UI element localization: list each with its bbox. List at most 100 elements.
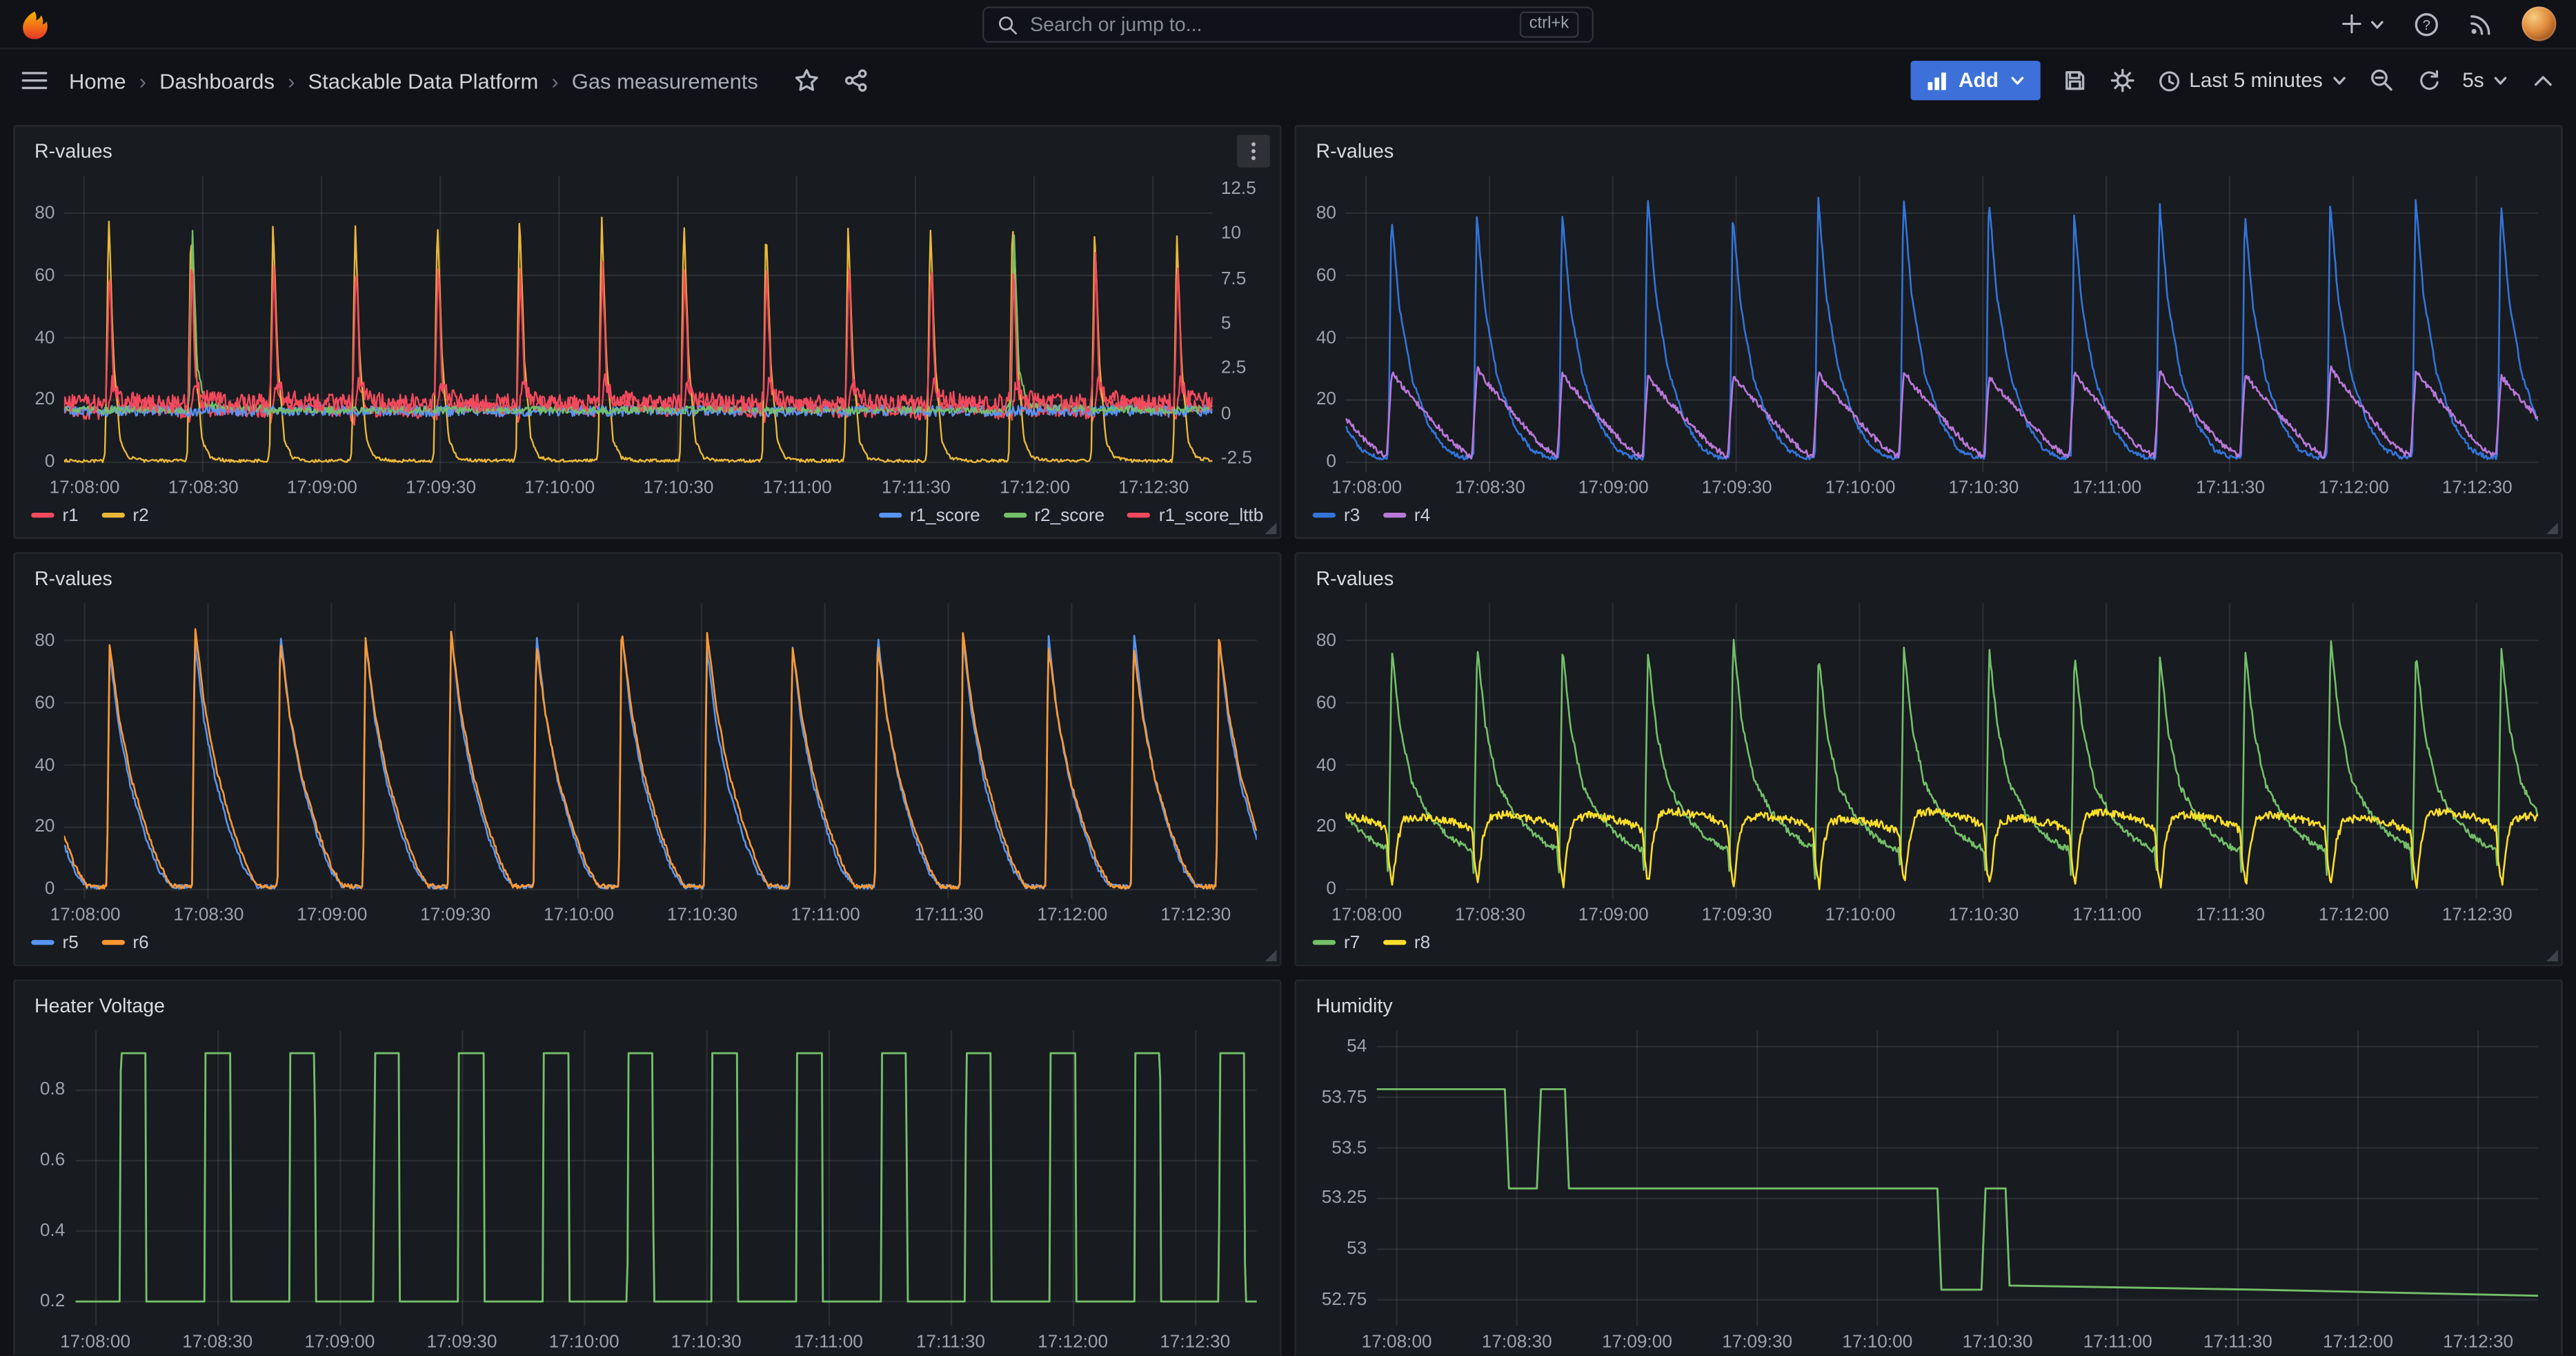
legend-swatch bbox=[101, 513, 124, 518]
chart-plot[interactable] bbox=[75, 1030, 1257, 1326]
panel-header: R-values bbox=[1296, 554, 2562, 597]
panel-title[interactable]: Heater Voltage bbox=[34, 994, 165, 1016]
save-dashboard-button[interactable] bbox=[2061, 68, 2087, 94]
x-tick-label: 17:10:00 bbox=[549, 1333, 620, 1353]
legend-label: r4 bbox=[1414, 505, 1430, 525]
zoom-out-button[interactable] bbox=[2368, 68, 2395, 94]
chart-canvas bbox=[65, 603, 1258, 899]
y-tick-label: 80 bbox=[1316, 204, 1336, 224]
legend-label: r1 bbox=[62, 505, 78, 525]
breadcrumb-item[interactable]: Home bbox=[69, 68, 126, 93]
x-tick-label: 17:11:00 bbox=[2072, 905, 2141, 925]
x-tick-label: 17:11:30 bbox=[916, 1333, 985, 1353]
y-tick-label: 7.5 bbox=[1221, 268, 1246, 288]
y-axis-left: 020406080 bbox=[1309, 176, 1346, 502]
x-tick-label: 17:11:00 bbox=[794, 1333, 863, 1353]
legend-item[interactable]: r5 bbox=[31, 932, 79, 952]
legend-item[interactable]: r1_score bbox=[879, 505, 980, 525]
panel-menu-button[interactable] bbox=[1237, 134, 1270, 167]
legend-item[interactable]: r6 bbox=[101, 932, 149, 952]
favorite-button[interactable] bbox=[794, 68, 820, 94]
panel-resize-handle[interactable] bbox=[2546, 950, 2558, 961]
user-avatar[interactable] bbox=[2521, 7, 2556, 41]
panel: R-values 020406080 17:08:0017:08:3017:09… bbox=[1295, 125, 2563, 539]
y-tick-label: 40 bbox=[34, 755, 55, 775]
legend-item[interactable]: r1 bbox=[31, 505, 79, 525]
x-tick-label: 17:12:30 bbox=[2442, 478, 2513, 498]
x-tick-label: 17:12:30 bbox=[2442, 905, 2513, 925]
collapse-toolbar-button[interactable] bbox=[2530, 68, 2556, 94]
y-axis-left: 020406080 bbox=[28, 603, 64, 929]
panel-resize-handle[interactable] bbox=[1265, 522, 1277, 534]
panel-header: R-values bbox=[1296, 126, 2562, 169]
y-tick-label: 0 bbox=[1326, 880, 1336, 900]
y-tick-label: 80 bbox=[34, 631, 55, 651]
share-button[interactable] bbox=[844, 68, 870, 94]
panel-body: 020406080 17:08:0017:08:3017:09:0017:09:… bbox=[14, 596, 1280, 928]
x-tick-label: 17:09:00 bbox=[297, 905, 367, 925]
grafana-logo[interactable] bbox=[20, 9, 50, 39]
panel-resize-handle[interactable] bbox=[2546, 522, 2558, 534]
legend-item[interactable]: r1_score_lttb bbox=[1128, 505, 1264, 525]
search-input[interactable]: Search or jump to... ctrl+k bbox=[982, 7, 1594, 43]
plot-wrap: 17:08:0017:08:3017:09:0017:09:3017:10:00… bbox=[65, 176, 1213, 502]
legend-item[interactable]: r4 bbox=[1383, 505, 1431, 525]
panel-title[interactable]: R-values bbox=[1316, 566, 1394, 589]
time-range-picker[interactable]: Last 5 minutes bbox=[2157, 68, 2348, 93]
panel-title[interactable]: Humidity bbox=[1316, 994, 1392, 1016]
y-tick-label: 5 bbox=[1221, 314, 1231, 334]
x-tick-label: 17:09:30 bbox=[406, 478, 476, 498]
y-axis-right: -2.502.557.51012.5 bbox=[1213, 176, 1267, 502]
refresh-interval-picker[interactable]: 5s bbox=[2462, 69, 2508, 92]
chart-plot[interactable] bbox=[1346, 176, 2538, 472]
breadcrumb-item[interactable]: Gas measurements bbox=[572, 68, 758, 93]
x-tick-label: 17:08:00 bbox=[50, 905, 121, 925]
chart-plot[interactable] bbox=[1346, 603, 2538, 899]
y-tick-label: 60 bbox=[34, 693, 55, 713]
legend-item[interactable]: r8 bbox=[1383, 932, 1431, 952]
chevron-down-icon bbox=[2493, 72, 2509, 89]
legend-item[interactable]: r3 bbox=[1313, 505, 1360, 525]
y-tick-label: 0 bbox=[1221, 404, 1231, 424]
chart-canvas bbox=[1346, 176, 2539, 472]
dashboard-settings-button[interactable] bbox=[2109, 68, 2135, 94]
add-label: Add bbox=[1959, 69, 1999, 92]
add-panel-button[interactable]: Add bbox=[1911, 61, 2039, 100]
news-button[interactable] bbox=[2468, 10, 2494, 37]
y-tick-label: 80 bbox=[1316, 631, 1336, 651]
new-button[interactable] bbox=[2339, 12, 2386, 37]
panel-legend: r1 r2 r1_score r2_score r1_score_lttb bbox=[14, 501, 1280, 537]
x-axis: 17:08:0017:08:3017:09:0017:09:3017:10:00… bbox=[1377, 1326, 2539, 1356]
help-button[interactable]: ? bbox=[2413, 10, 2439, 37]
legend-item[interactable]: r7 bbox=[1313, 932, 1360, 952]
share-icon bbox=[844, 68, 870, 94]
x-tick-label: 17:11:30 bbox=[2203, 1333, 2272, 1353]
refresh-button[interactable] bbox=[2417, 68, 2441, 93]
chart-plot[interactable] bbox=[65, 176, 1213, 472]
x-tick-label: 17:09:00 bbox=[1578, 478, 1649, 498]
panel-title[interactable]: R-values bbox=[1316, 139, 1394, 161]
x-tick-label: 17:11:00 bbox=[791, 905, 860, 925]
y-tick-label: 0 bbox=[1326, 453, 1336, 473]
chart-canvas bbox=[75, 1030, 1256, 1326]
x-tick-label: 17:12:00 bbox=[2323, 1333, 2393, 1353]
y-tick-label: 53.25 bbox=[1322, 1189, 1367, 1209]
mega-menu-toggle[interactable] bbox=[20, 66, 50, 95]
panel-title[interactable]: R-values bbox=[34, 139, 112, 161]
panel-legend: r7 r8 bbox=[1296, 928, 2562, 964]
breadcrumb-item[interactable]: Stackable Data Platform bbox=[308, 68, 538, 93]
breadcrumb-item[interactable]: Dashboards bbox=[159, 68, 275, 93]
legend-swatch bbox=[1383, 940, 1406, 945]
x-tick-label: 17:08:30 bbox=[173, 905, 244, 925]
y-tick-label: 60 bbox=[1316, 693, 1336, 713]
legend-item[interactable]: r2_score bbox=[1003, 505, 1104, 525]
dashboard-toolbar: Home›Dashboards›Stackable Data Platform›… bbox=[0, 49, 2576, 111]
chart-plot[interactable] bbox=[1377, 1030, 2539, 1326]
search-shortcut: ctrl+k bbox=[1519, 12, 1578, 38]
y-tick-label: 60 bbox=[1316, 266, 1336, 286]
panel-title[interactable]: R-values bbox=[34, 566, 112, 589]
legend-item[interactable]: r2 bbox=[101, 505, 149, 525]
chart-plot[interactable] bbox=[65, 603, 1257, 899]
search-placeholder: Search or jump to... bbox=[1030, 13, 1202, 36]
panel-resize-handle[interactable] bbox=[1265, 950, 1277, 961]
